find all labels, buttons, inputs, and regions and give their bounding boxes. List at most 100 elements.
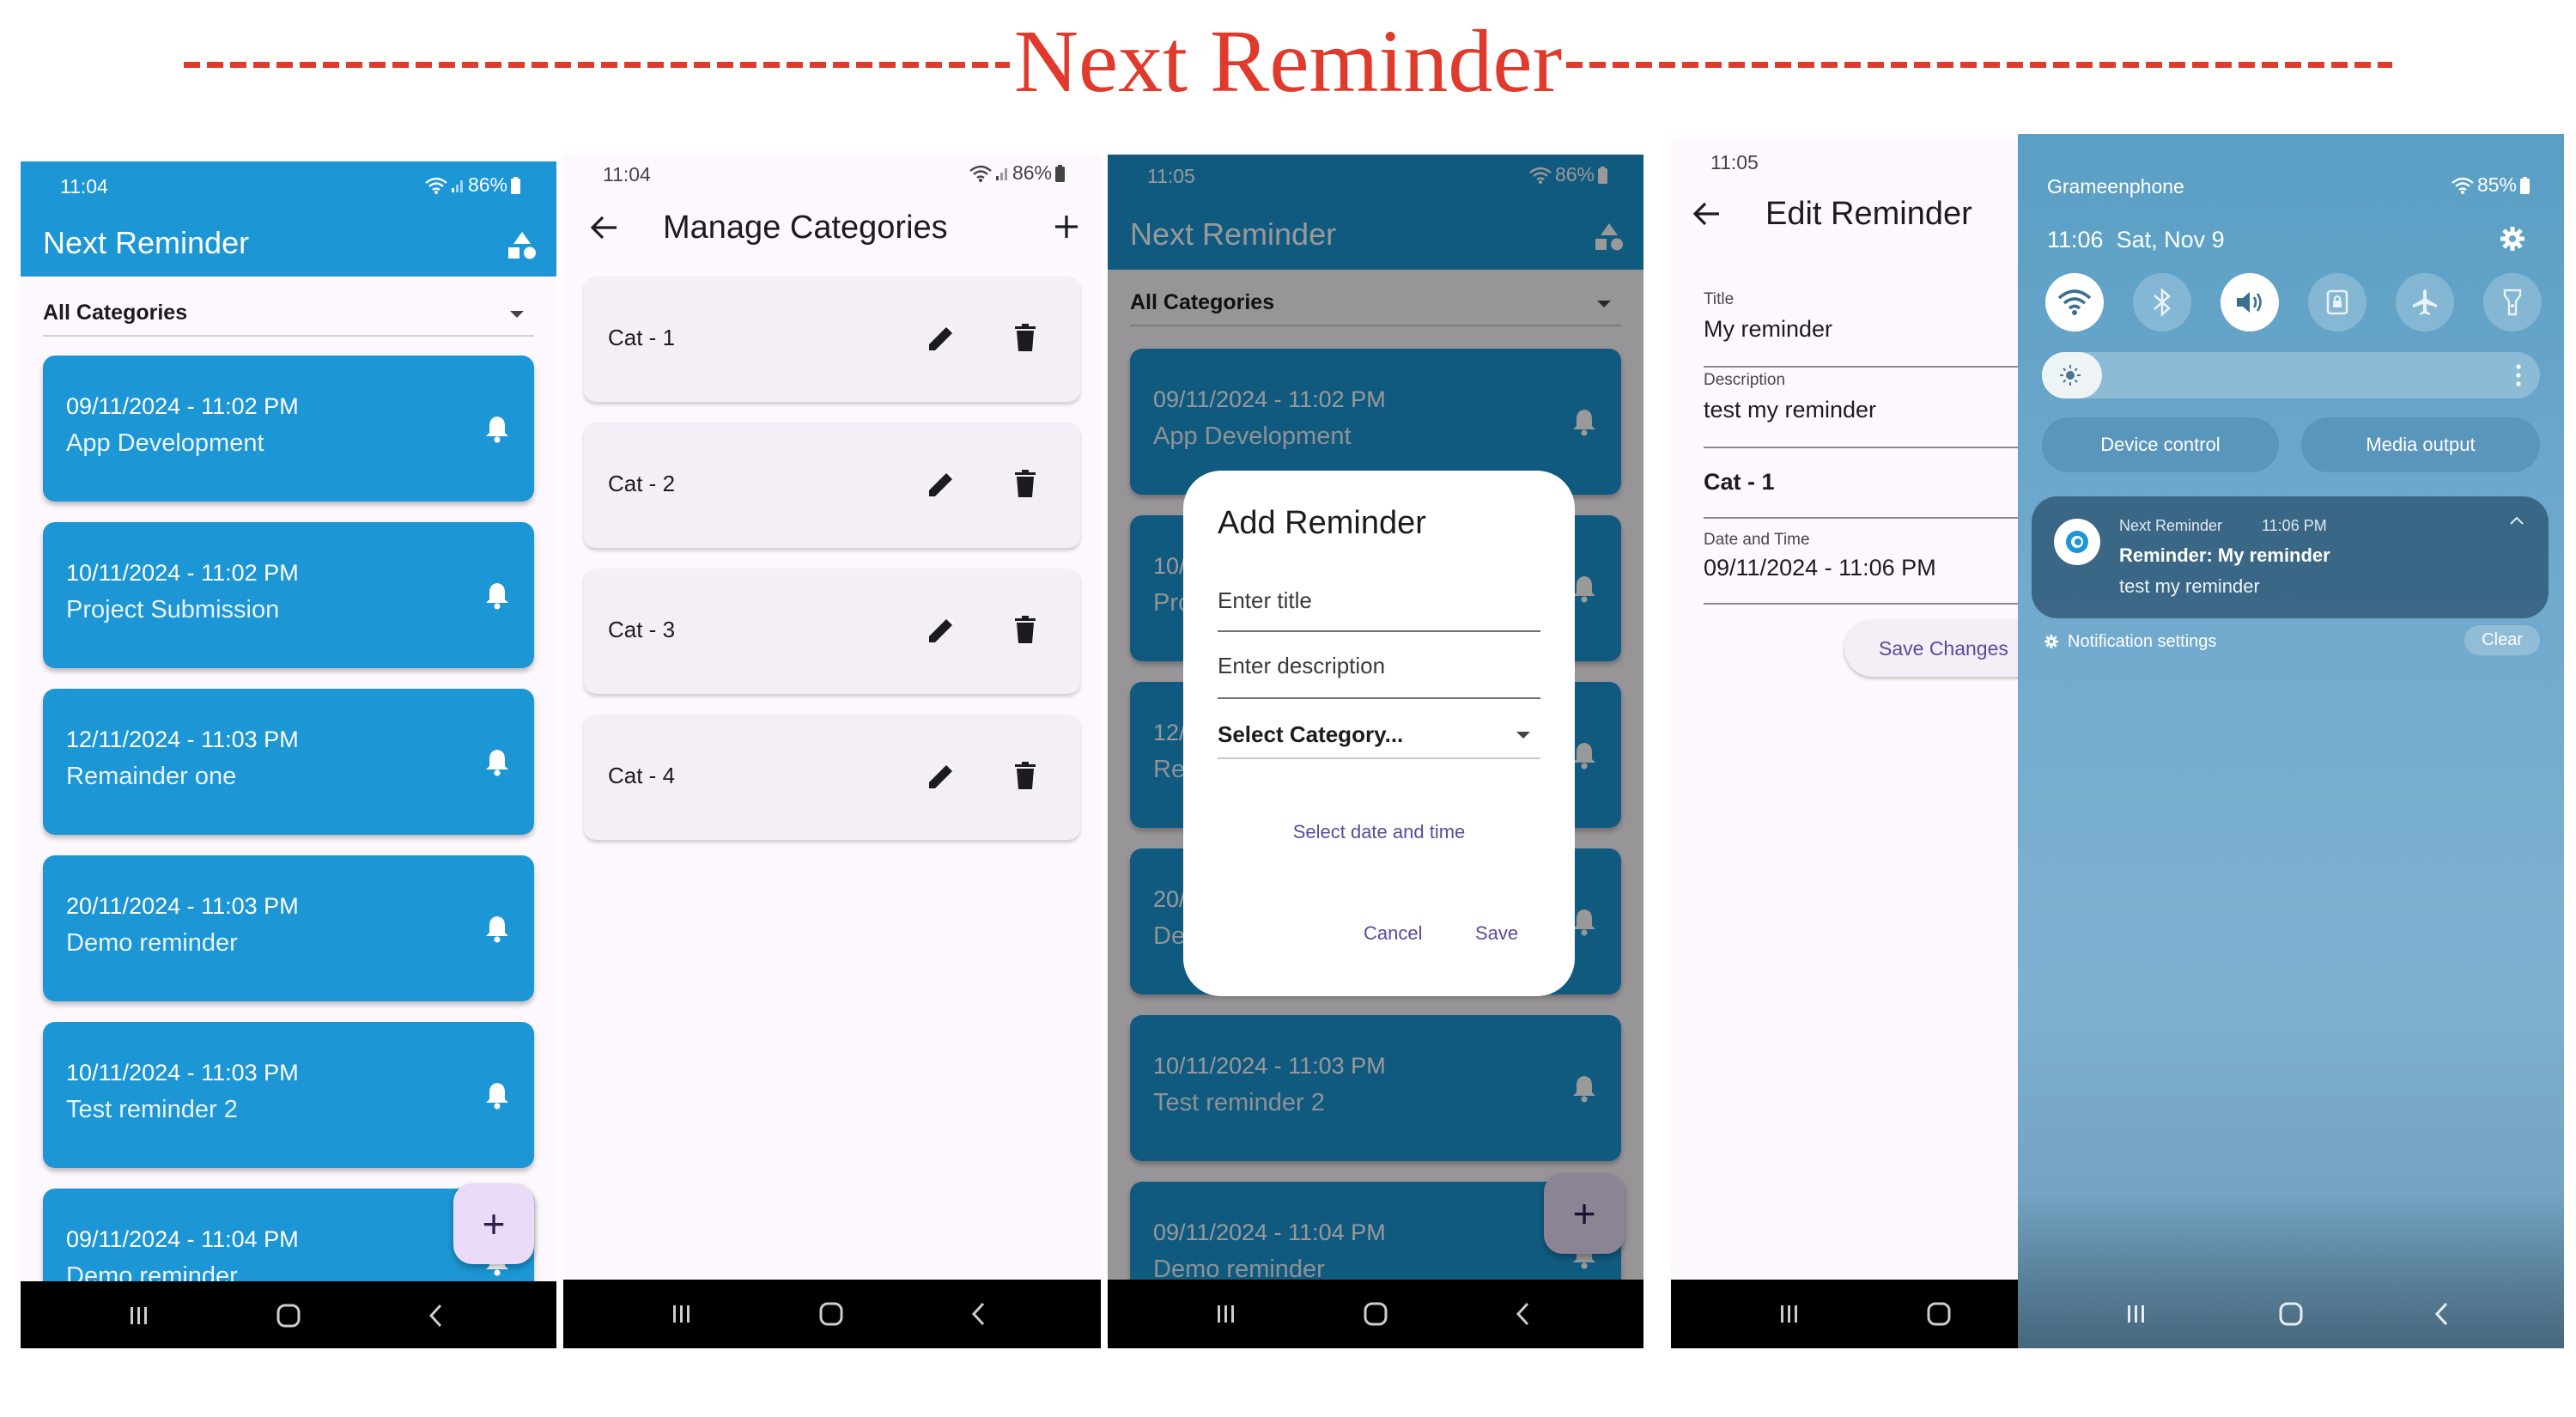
carrier-name: Grameenphone: [2047, 175, 2184, 198]
delete-icon[interactable]: [1013, 615, 1037, 644]
wifi-icon: [425, 177, 447, 194]
edit-icon[interactable]: [926, 469, 957, 500]
dialog-title: Add Reminder: [1218, 505, 1426, 541]
back-arrow-icon[interactable]: [1692, 201, 1721, 227]
back-arrow-icon[interactable]: [589, 215, 618, 240]
notification-app-name: Next Reminder: [2119, 517, 2223, 534]
notification-body: test my reminder: [2119, 575, 2260, 597]
chevron-up-icon[interactable]: [2509, 515, 2524, 526]
status-indicators: 86%: [425, 173, 520, 197]
notification-settings-link[interactable]: Notification settings: [2068, 632, 2216, 652]
home-button[interactable]: [2274, 1297, 2308, 1331]
home-button[interactable]: [271, 1298, 306, 1333]
category-filter[interactable]: All Categories: [43, 290, 534, 337]
clear-button[interactable]: Clear: [2464, 625, 2540, 655]
reminder-date: 09/11/2024 - 11:04 PM: [66, 1226, 299, 1252]
wifi-icon: [969, 165, 992, 182]
reminder-card[interactable]: 12/11/2024 - 11:03 PM Remainder one: [43, 689, 534, 835]
add-reminder-button[interactable]: +: [453, 1183, 534, 1264]
sound-toggle[interactable]: [2221, 273, 2279, 331]
delete-icon[interactable]: [1013, 469, 1037, 498]
reminder-card[interactable]: 20/11/2024 - 11:03 PM Demo reminder: [43, 855, 534, 1001]
device-control-button[interactable]: Device control: [2042, 417, 2279, 472]
bell-icon[interactable]: [484, 581, 510, 610]
edit-icon[interactable]: [926, 761, 957, 792]
system-nav-bar: [1671, 1280, 2037, 1348]
description-input[interactable]: Enter description: [1218, 641, 1540, 699]
title-label: Title: [1704, 290, 1735, 308]
reminder-card[interactable]: 10/11/2024 - 11:03 PM Test reminder 2: [43, 1022, 534, 1168]
notification-card[interactable]: Next Reminder 11:06 PM Reminder: My remi…: [2032, 496, 2549, 618]
datetime-field[interactable]: Date and Time 09/11/2024 - 11:06 PM: [1704, 519, 2037, 605]
title-input[interactable]: Enter title: [1218, 575, 1540, 632]
recent-apps-button[interactable]: [2119, 1297, 2154, 1331]
reminder-title: App Development: [66, 429, 264, 457]
description-value: test my reminder: [1704, 397, 1877, 423]
system-nav-bar: [563, 1280, 1101, 1348]
bluetooth-icon: [2152, 288, 2172, 317]
recent-apps-button[interactable]: [122, 1298, 156, 1333]
save-button[interactable]: Save: [1475, 922, 1518, 945]
cancel-button[interactable]: Cancel: [1364, 922, 1422, 945]
brightness-slider[interactable]: [2042, 352, 2540, 398]
flashlight-icon: [2503, 288, 2522, 317]
system-nav-bar: [1108, 1280, 1643, 1348]
signal-icon: [451, 178, 465, 193]
reminder-title: Remainder one: [66, 763, 237, 790]
gear-icon[interactable]: [2499, 225, 2526, 252]
bell-icon[interactable]: [484, 914, 510, 943]
back-button[interactable]: [1506, 1297, 1540, 1331]
back-button[interactable]: [419, 1298, 453, 1333]
home-button[interactable]: [1922, 1297, 1956, 1331]
notification-time: 11:06 PM: [2262, 517, 2327, 534]
wifi-toggle[interactable]: [2045, 273, 2104, 331]
screen-edit-reminder: 11:05 Edit Reminder Title My reminder De…: [1671, 137, 2037, 1348]
home-button[interactable]: [1358, 1297, 1393, 1331]
more-options-icon[interactable]: [2516, 364, 2521, 386]
category-dropdown-value: Select Category...: [1218, 721, 1404, 747]
recent-apps-button[interactable]: [1209, 1297, 1243, 1331]
category-row: Cat - 3: [584, 569, 1080, 694]
save-changes-button[interactable]: Save Changes: [1844, 620, 2037, 677]
banner-title: Next Reminder: [1013, 12, 1563, 111]
bell-icon[interactable]: [484, 414, 510, 443]
battery-icon: [1055, 164, 1065, 182]
reminder-title: Demo reminder: [66, 929, 238, 957]
add-category-icon[interactable]: [1053, 213, 1080, 240]
bell-icon[interactable]: [484, 747, 510, 776]
delete-icon[interactable]: [1013, 761, 1037, 790]
reminder-card[interactable]: 09/11/2024 - 11:02 PM App Development: [43, 356, 534, 502]
back-button[interactable]: [2425, 1297, 2459, 1331]
category-dropdown[interactable]: Select Category...: [1218, 709, 1540, 759]
signal-icon: [995, 166, 1009, 181]
app-title: Next Reminder: [43, 225, 250, 260]
media-output-button[interactable]: Media output: [2301, 417, 2540, 472]
description-field[interactable]: Description test my reminder: [1704, 368, 2037, 448]
status-indicators: 85%: [2451, 173, 2530, 197]
rotation-lock-toggle[interactable]: [2308, 273, 2366, 331]
airplane-mode-toggle[interactable]: [2396, 273, 2454, 331]
recent-apps-button[interactable]: [1772, 1297, 1807, 1331]
rotation-lock-icon: [2324, 289, 2350, 316]
home-button[interactable]: [814, 1297, 848, 1331]
plus-icon: +: [482, 1201, 506, 1246]
edit-icon[interactable]: [926, 323, 957, 354]
shapes-icon[interactable]: [507, 230, 538, 259]
battery-level: 86%: [467, 173, 507, 196]
sound-icon: [2234, 289, 2265, 316]
title-field[interactable]: Title My reminder: [1704, 287, 2037, 368]
category-dropdown[interactable]: Cat - 1: [1704, 448, 2037, 519]
recent-apps-button[interactable]: [665, 1297, 699, 1331]
back-button[interactable]: [962, 1297, 996, 1331]
status-bar: 11:04 86%: [21, 161, 556, 208]
category-label: Cat - 4: [608, 763, 676, 788]
bell-icon[interactable]: [484, 1080, 510, 1110]
select-date-time-button[interactable]: Select date and time: [1183, 821, 1575, 843]
delete-icon[interactable]: [1013, 323, 1037, 352]
bluetooth-toggle[interactable]: [2133, 273, 2191, 331]
edit-icon[interactable]: [926, 615, 957, 646]
wifi-icon: [2057, 289, 2092, 316]
reminder-card[interactable]: 10/11/2024 - 11:02 PM Project Submission: [43, 522, 534, 668]
description-label: Description: [1704, 371, 1786, 389]
flashlight-toggle[interactable]: [2483, 273, 2542, 331]
